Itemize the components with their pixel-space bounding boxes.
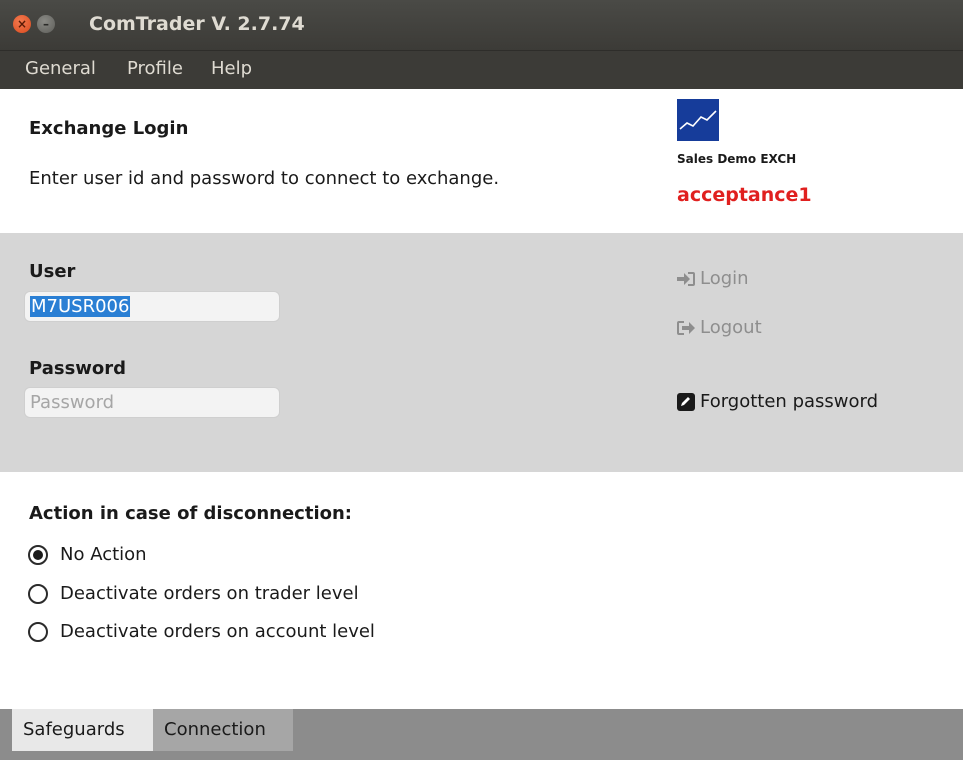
- forgotten-password-label: Forgotten password: [700, 391, 879, 412]
- password-label: Password: [29, 358, 127, 379]
- user-field[interactable]: M7USR006: [24, 291, 280, 322]
- environment-name: acceptance1: [677, 184, 812, 206]
- page-description: Enter user id and password to connect to…: [29, 168, 500, 189]
- tab-safeguards[interactable]: Safeguards: [12, 709, 153, 751]
- edit-icon: [676, 392, 696, 411]
- login-panel: User M7USR006 Password Password Login Lo…: [0, 233, 963, 472]
- radio-button[interactable]: [28, 583, 48, 604]
- tab-connection[interactable]: Connection: [153, 709, 293, 751]
- page-title: Exchange Login: [29, 118, 189, 139]
- close-window-button[interactable]: ×: [13, 15, 31, 33]
- sign-in-icon: [676, 270, 696, 288]
- menu-general[interactable]: General: [25, 58, 96, 79]
- radio-account-level[interactable]: Deactivate orders on account level: [28, 621, 375, 642]
- minimize-window-button[interactable]: –: [37, 15, 55, 33]
- forgotten-password-button[interactable]: Forgotten password: [676, 391, 878, 412]
- exchange-name: Sales Demo EXCH: [677, 152, 797, 166]
- radio-button[interactable]: [28, 621, 48, 642]
- exchange-logo: [677, 99, 719, 141]
- disconnection-title: Action in case of disconnection:: [29, 503, 353, 524]
- radio-button-checked[interactable]: [28, 544, 48, 565]
- menu-help[interactable]: Help: [211, 58, 252, 79]
- menu-profile[interactable]: Profile: [127, 58, 183, 79]
- radio-label: Deactivate orders on account level: [60, 621, 375, 642]
- password-placeholder: Password: [30, 392, 115, 413]
- window-title: ComTrader V. 2.7.74: [89, 13, 305, 35]
- user-label: User: [29, 261, 76, 282]
- radio-trader-level[interactable]: Deactivate orders on trader level: [28, 583, 359, 604]
- login-label: Login: [700, 268, 749, 289]
- menu-bar: General Profile Help: [0, 50, 963, 89]
- login-button[interactable]: Login: [676, 268, 749, 289]
- title-bar: × – ComTrader V. 2.7.74: [0, 0, 963, 50]
- logout-button[interactable]: Logout: [676, 317, 762, 338]
- password-field[interactable]: Password: [24, 387, 280, 418]
- radio-no-action[interactable]: No Action: [28, 544, 147, 565]
- tab-bar: Safeguards Connection: [0, 709, 963, 760]
- user-field-value: M7USR006: [30, 296, 131, 317]
- radio-label: No Action: [60, 544, 147, 565]
- sign-out-icon: [676, 319, 696, 337]
- logout-label: Logout: [700, 317, 762, 338]
- radio-label: Deactivate orders on trader level: [60, 583, 359, 604]
